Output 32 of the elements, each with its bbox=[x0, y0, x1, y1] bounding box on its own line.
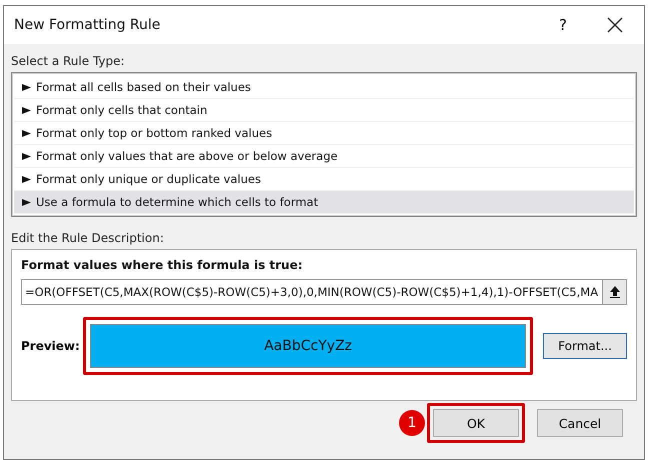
formula-field[interactable]: =OR(OFFSET(C5,MAX(ROW(C$5)-ROW(C5)+3,0),0,MIN(ROW(C5)-ROW(C$5)+1,4),1)-OFFSET(C5,MA: bbox=[21, 279, 603, 305]
step-badge: 1 bbox=[399, 410, 425, 436]
rule-type-text: Format all cells based on their values bbox=[36, 80, 251, 94]
formula-label: Format values where this formula is true: bbox=[21, 258, 304, 272]
help-button[interactable]: ? bbox=[548, 15, 578, 35]
rule-type-item[interactable]: Use a formula to determine which cells to format bbox=[14, 191, 634, 214]
dialog-button[interactable]: OK bbox=[433, 409, 519, 437]
pointer-icon bbox=[22, 152, 31, 160]
pointer-icon bbox=[22, 130, 31, 136]
rule-type-item[interactable]: Format only values that are above or below average bbox=[14, 145, 634, 168]
pointer-icon bbox=[22, 106, 31, 114]
close-icon bbox=[607, 17, 623, 33]
rule-type-item[interactable]: Format all cells based on their values bbox=[14, 76, 634, 99]
format-button[interactable]: Format... bbox=[543, 333, 627, 359]
rule-type-item[interactable]: Format only top or bottom ranked values bbox=[14, 122, 634, 145]
upload-arrow-icon bbox=[610, 286, 620, 298]
preview-sample: AaBbCcYyZz bbox=[90, 324, 526, 368]
dialog-button[interactable]: Cancel bbox=[537, 409, 623, 437]
section-label: Edit the Rule Description: bbox=[11, 231, 165, 247]
rule-type-item[interactable]: Format only cells that contain bbox=[14, 99, 634, 122]
pointer-icon bbox=[22, 198, 31, 206]
pointer-icon bbox=[22, 84, 31, 90]
collapse-button[interactable] bbox=[603, 279, 627, 305]
rule-type-text: Format only values that are above or below average bbox=[36, 149, 338, 163]
window-title: New Formatting Rule bbox=[14, 17, 162, 33]
pointer-icon bbox=[22, 176, 31, 182]
rule-type-text: Use a formula to determine which cells to format bbox=[36, 195, 318, 209]
section-label: Select a Rule Type: bbox=[11, 54, 126, 70]
rule-type-text: Format only top or bottom ranked values bbox=[36, 126, 272, 140]
rule-type-text: Format only cells that contain bbox=[36, 103, 208, 117]
preview-label: Preview: bbox=[21, 339, 81, 353]
rule-type-text: Format only unique or duplicate values bbox=[36, 172, 261, 186]
